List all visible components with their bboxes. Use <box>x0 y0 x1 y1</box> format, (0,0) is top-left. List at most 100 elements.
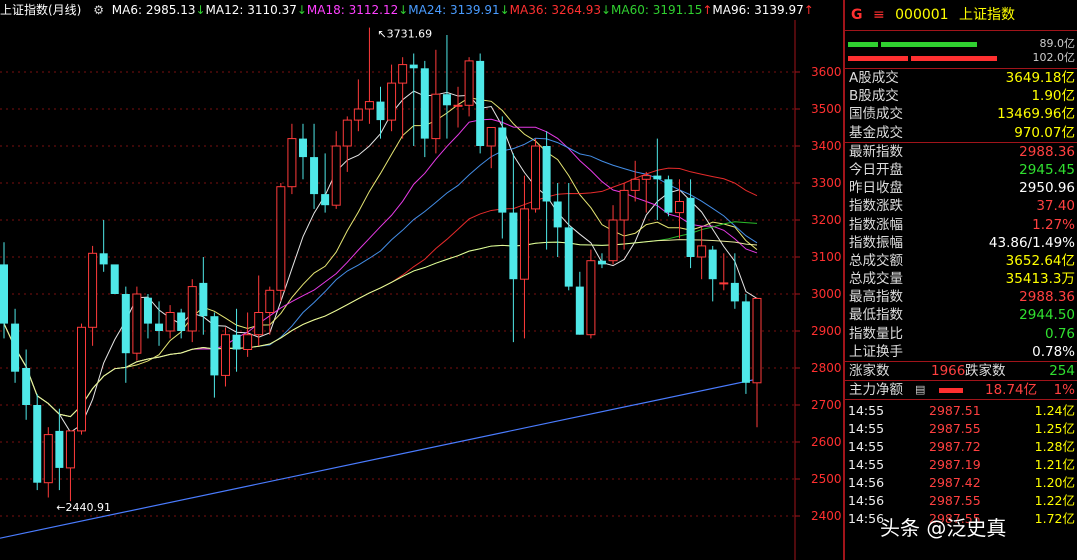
tick-list[interactable]: 14:55 2987.51 1.24亿 14:55 2987.55 1.25亿 14:55 2… <box>845 402 1077 528</box>
candle-body <box>99 253 108 265</box>
tick-volume: 1.20亿 <box>1034 475 1075 491</box>
tick-time: 14:56 <box>848 493 885 509</box>
tick-volume: 1.22亿 <box>1034 493 1075 509</box>
row-label: 国债成交 <box>849 106 903 123</box>
stat-row: 上证换手 0.78% <box>845 343 1077 361</box>
candle-body <box>0 264 8 324</box>
row-value: 970.07亿 <box>1014 124 1075 141</box>
candle-body <box>43 434 53 484</box>
candle-body <box>287 138 297 188</box>
candle-body <box>121 294 130 354</box>
row-value: 1.27% <box>1032 216 1075 233</box>
candle-body <box>11 323 20 372</box>
candle-body <box>33 405 42 483</box>
list-icon[interactable]: ▤ <box>915 381 925 399</box>
tick-price: 2987.19 <box>929 457 981 473</box>
row-label: 指数涨跌 <box>849 198 903 215</box>
row-label: 今日开盘 <box>849 161 903 178</box>
tick-price: 2987.51 <box>929 403 981 419</box>
candle-body <box>542 146 551 202</box>
y-tick-label: 2500 <box>811 472 842 486</box>
ma-label: MA18: 3112.12 <box>306 3 399 17</box>
row-label: 指数量比 <box>849 325 903 342</box>
row-label: 最高指数 <box>849 289 903 306</box>
menu-icon[interactable]: ≡ <box>873 7 885 23</box>
candle-body <box>641 175 651 180</box>
y-tick-label: 3200 <box>811 213 842 227</box>
row-value: 3649.18亿 <box>1005 70 1075 86</box>
main-fund-label: 主力净额 <box>849 382 903 399</box>
watermark-text: 头条 @泛史真 <box>880 516 1007 540</box>
stat-row: 指数涨幅 1.27% <box>845 216 1077 234</box>
y-tick-label: 3600 <box>811 65 842 79</box>
ma-label: MA60: 3191.15 <box>611 3 703 17</box>
candle-body <box>752 297 762 384</box>
candle-body <box>442 94 451 106</box>
candle-body <box>498 127 507 213</box>
candle-body <box>276 186 286 291</box>
tick-row: 14:55 2987.51 1.24亿 <box>845 402 1077 420</box>
candle-body <box>143 297 152 324</box>
ma-label: MA36: 3264.93 <box>509 3 601 17</box>
row-value: 2988.36 <box>1019 143 1075 160</box>
row-label: 昨日收盘 <box>849 180 903 197</box>
candle-body <box>476 60 485 146</box>
quote-panel: G ≡ 000001 上证指数 89.0亿 102.0亿 A股成交 3649.18… <box>843 0 1077 560</box>
main-fund-value: 18.74亿 <box>985 382 1038 399</box>
candle-body <box>608 219 618 262</box>
row-value: 13469.96亿 <box>997 106 1075 123</box>
candle-body <box>674 201 684 214</box>
turnover-row: B股成交 1.90亿 <box>845 87 1077 105</box>
candle-body <box>110 264 119 294</box>
candle-body <box>486 127 496 147</box>
row-label: 最低指数 <box>849 307 903 324</box>
index-code: 000001 <box>895 7 949 23</box>
ma-label: MA96: 3139.97 <box>712 3 804 17</box>
candle-body <box>531 145 541 210</box>
tick-volume: 1.25亿 <box>1034 421 1075 437</box>
candle-body <box>165 312 175 332</box>
y-tick-label: 2800 <box>811 361 842 375</box>
candlestick-chart[interactable]: 2400 2500 2600 2700 2800 2900 3000 3100 3200 3300… <box>0 0 843 560</box>
candle-body <box>519 208 529 280</box>
ma-arrow-icon: ↓ <box>296 3 307 17</box>
ma-arrow-icon: ↑ <box>702 3 713 17</box>
row-label: 最新指数 <box>849 143 903 160</box>
y-tick-label: 2400 <box>811 509 842 523</box>
tick-volume: 1.28亿 <box>1034 439 1075 455</box>
panel-header: G ≡ 000001 上证指数 <box>845 0 1077 31</box>
ma-arrow-icon: ↓ <box>195 3 206 17</box>
candle-body <box>177 312 186 331</box>
low-annotation: ←2440.91 <box>56 501 111 514</box>
row-value: 2945.45 <box>1019 161 1075 178</box>
candle-body <box>586 260 596 336</box>
buy-volume-bar: 89.0亿 <box>845 37 1077 51</box>
settings-icon[interactable]: ⚙ <box>93 3 104 17</box>
candle-body <box>88 252 98 328</box>
stat-row: 今日开盘 2945.45 <box>845 161 1077 179</box>
row-value: 35413.3万 <box>1005 271 1075 288</box>
main-fund-bar <box>939 388 963 394</box>
tick-time: 14:55 <box>848 439 885 455</box>
main-fund-row: 主力净额 ▤ 18.74亿 1% <box>845 381 1077 399</box>
y-tick-label: 3100 <box>811 250 842 264</box>
candle-body <box>22 368 31 405</box>
candle-body <box>420 68 429 139</box>
candle-body <box>619 189 629 221</box>
tick-time: 14:55 <box>848 403 885 419</box>
candle-body <box>464 60 474 106</box>
g-badge[interactable]: G <box>851 7 863 23</box>
candle-body <box>686 197 695 257</box>
row-label: A股成交 <box>849 70 899 86</box>
up-count-label: 涨家数 <box>849 363 890 379</box>
tick-row: 14:55 2987.55 1.25亿 <box>845 420 1077 438</box>
tick-price: 2987.55 <box>929 421 981 437</box>
candle-body <box>553 201 562 228</box>
chart-canvas[interactable]: 2400 2500 2600 2700 2800 2900 3000 3100 3200 3300… <box>0 0 843 560</box>
candle-body <box>132 293 142 354</box>
candle-body <box>730 282 739 302</box>
y-tick-label: 2900 <box>811 324 842 338</box>
candle-body <box>708 249 717 280</box>
row-label: 总成交额 <box>849 252 903 269</box>
candle-body <box>210 316 219 376</box>
